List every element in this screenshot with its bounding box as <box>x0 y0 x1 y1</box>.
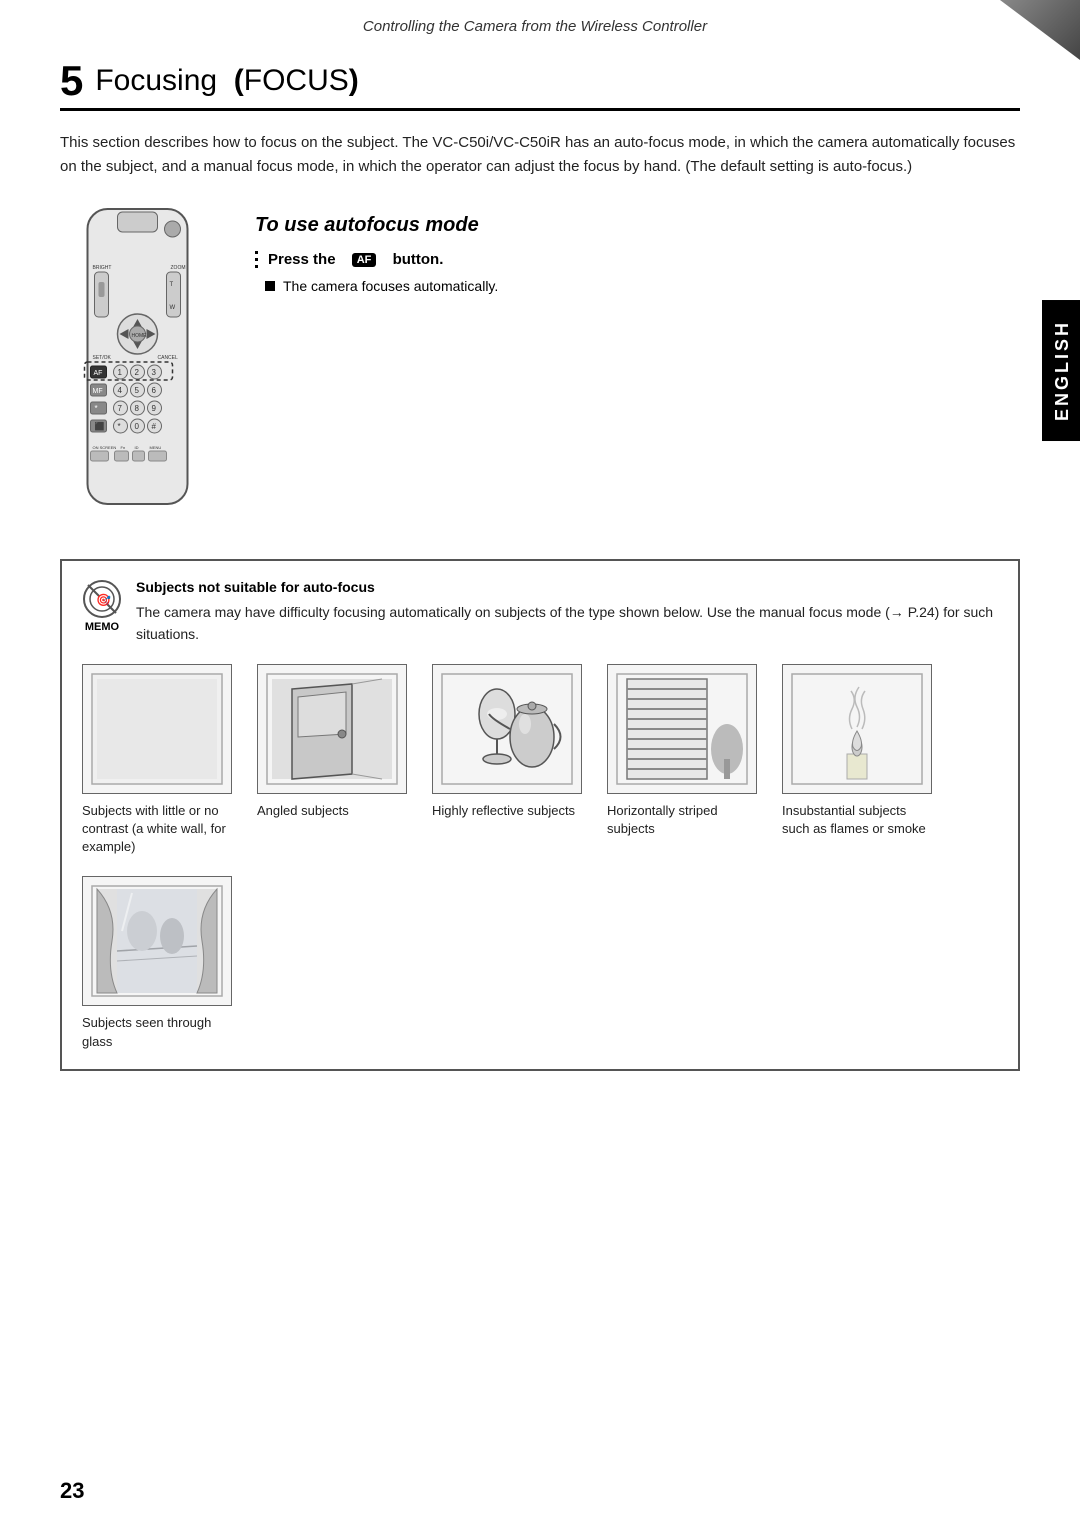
list-item: Subjects with little or no contrast (a w… <box>82 664 237 857</box>
button-suffix: button. <box>393 251 444 268</box>
memo-content: Subjects not suitable for auto-focus The… <box>136 579 998 646</box>
svg-text:8: 8 <box>135 404 140 413</box>
subject-label: Highly reflective subjects <box>432 802 575 820</box>
bullet-icon <box>265 281 275 291</box>
subject-image-stripes <box>607 664 757 794</box>
list-item: Insubstantial subjects such as flames or… <box>782 664 937 857</box>
language-tab: ENGLISH <box>1042 300 1080 441</box>
svg-text:3: 3 <box>152 368 157 377</box>
section-title: Focusing (FOCUS) <box>95 64 358 98</box>
svg-text:BRIGHT: BRIGHT <box>93 265 112 271</box>
subject-label: Insubstantial subjects such as flames or… <box>782 802 937 838</box>
subject-label: Subjects with little or no contrast (a w… <box>82 802 237 857</box>
memo-text: The camera may have difficulty focusing … <box>136 601 998 646</box>
svg-text:AF: AF <box>94 370 103 377</box>
memo-box: 🎯 MEMO Subjects not suitable for auto-fo… <box>60 559 1020 1071</box>
svg-text:MENU: MENU <box>150 445 162 450</box>
subject-image-door <box>257 664 407 794</box>
subject-label: Horizontally striped subjects <box>607 802 762 838</box>
camera-focuses-line: The camera focuses automatically. <box>265 278 1020 294</box>
subject-image-flame <box>782 664 932 794</box>
memo-title: Subjects not suitable for auto-focus <box>136 579 998 595</box>
svg-text:7: 7 <box>118 404 123 413</box>
section-number: 5 <box>60 60 83 102</box>
svg-text:ID: ID <box>135 445 139 450</box>
svg-text:CANCEL: CANCEL <box>158 355 179 361</box>
svg-text:2: 2 <box>135 368 140 377</box>
svg-text:0: 0 <box>135 422 140 431</box>
subjects-grid: Subjects with little or no contrast (a w… <box>82 664 998 1051</box>
svg-text:#: # <box>152 422 157 431</box>
list-item: Horizontally striped subjects <box>607 664 762 857</box>
page-header: Controlling the Camera from the Wireless… <box>80 18 990 35</box>
svg-text:Fn: Fn <box>121 445 126 450</box>
subject-image-blank <box>82 664 232 794</box>
main-content: 5 Focusing (FOCUS) This section describe… <box>60 60 1020 1489</box>
svg-text:4: 4 <box>118 386 123 395</box>
autofocus-section: BRIGHT ZOOM T W <box>60 204 1020 529</box>
svg-text:6: 6 <box>152 386 157 395</box>
memo-label: MEMO <box>85 621 119 633</box>
section-title-sub: FOCUS <box>244 64 349 97</box>
memo-header: 🎯 MEMO Subjects not suitable for auto-fo… <box>82 579 998 646</box>
list-item: Subjects seen through glass <box>82 876 237 1050</box>
svg-text:MF: MF <box>93 388 103 395</box>
memo-icon-container: 🎯 MEMO <box>82 579 122 633</box>
svg-text:9: 9 <box>152 404 157 413</box>
svg-text:W: W <box>170 305 176 311</box>
remote-container: BRIGHT ZOOM T W <box>60 204 225 529</box>
subject-label: Subjects seen through glass <box>82 1014 237 1050</box>
svg-text:*: * <box>95 404 98 413</box>
subject-label: Angled subjects <box>257 802 349 820</box>
camera-focuses-text: The camera focuses automatically. <box>283 278 498 294</box>
remote-control-image: BRIGHT ZOOM T W <box>60 204 215 524</box>
svg-text:ZOOM: ZOOM <box>171 265 186 271</box>
svg-text:ON SCREEN: ON SCREEN <box>93 445 117 450</box>
svg-text:SET/OK: SET/OK <box>93 355 112 361</box>
memo-icon: 🎯 <box>82 579 122 619</box>
list-item: Angled subjects <box>257 664 412 857</box>
section-title-bar: 5 Focusing (FOCUS) <box>60 60 1020 111</box>
svg-text:5: 5 <box>135 386 140 395</box>
autofocus-title: To use autofocus mode <box>255 214 1020 237</box>
svg-text:🎯: 🎯 <box>96 593 111 607</box>
subject-image-teapot <box>432 664 582 794</box>
svg-text:1: 1 <box>118 368 123 377</box>
intro-paragraph: This section describes how to focus on t… <box>60 131 1020 179</box>
svg-text:⬛: ⬛ <box>95 421 105 431</box>
svg-text:HOME: HOME <box>132 333 148 339</box>
svg-text:*: * <box>118 422 121 431</box>
subject-image-glass <box>82 876 232 1006</box>
corner-decoration <box>1000 0 1080 60</box>
list-item: Highly reflective subjects <box>432 664 587 857</box>
press-label: Press the <box>268 251 336 268</box>
autofocus-instructions: To use autofocus mode Press the AF butto… <box>255 204 1020 529</box>
svg-text:T: T <box>170 282 174 288</box>
page-number: 23 <box>60 1478 1080 1504</box>
af-badge: AF <box>352 253 377 267</box>
press-button-line: Press the AF button. <box>255 251 1020 268</box>
